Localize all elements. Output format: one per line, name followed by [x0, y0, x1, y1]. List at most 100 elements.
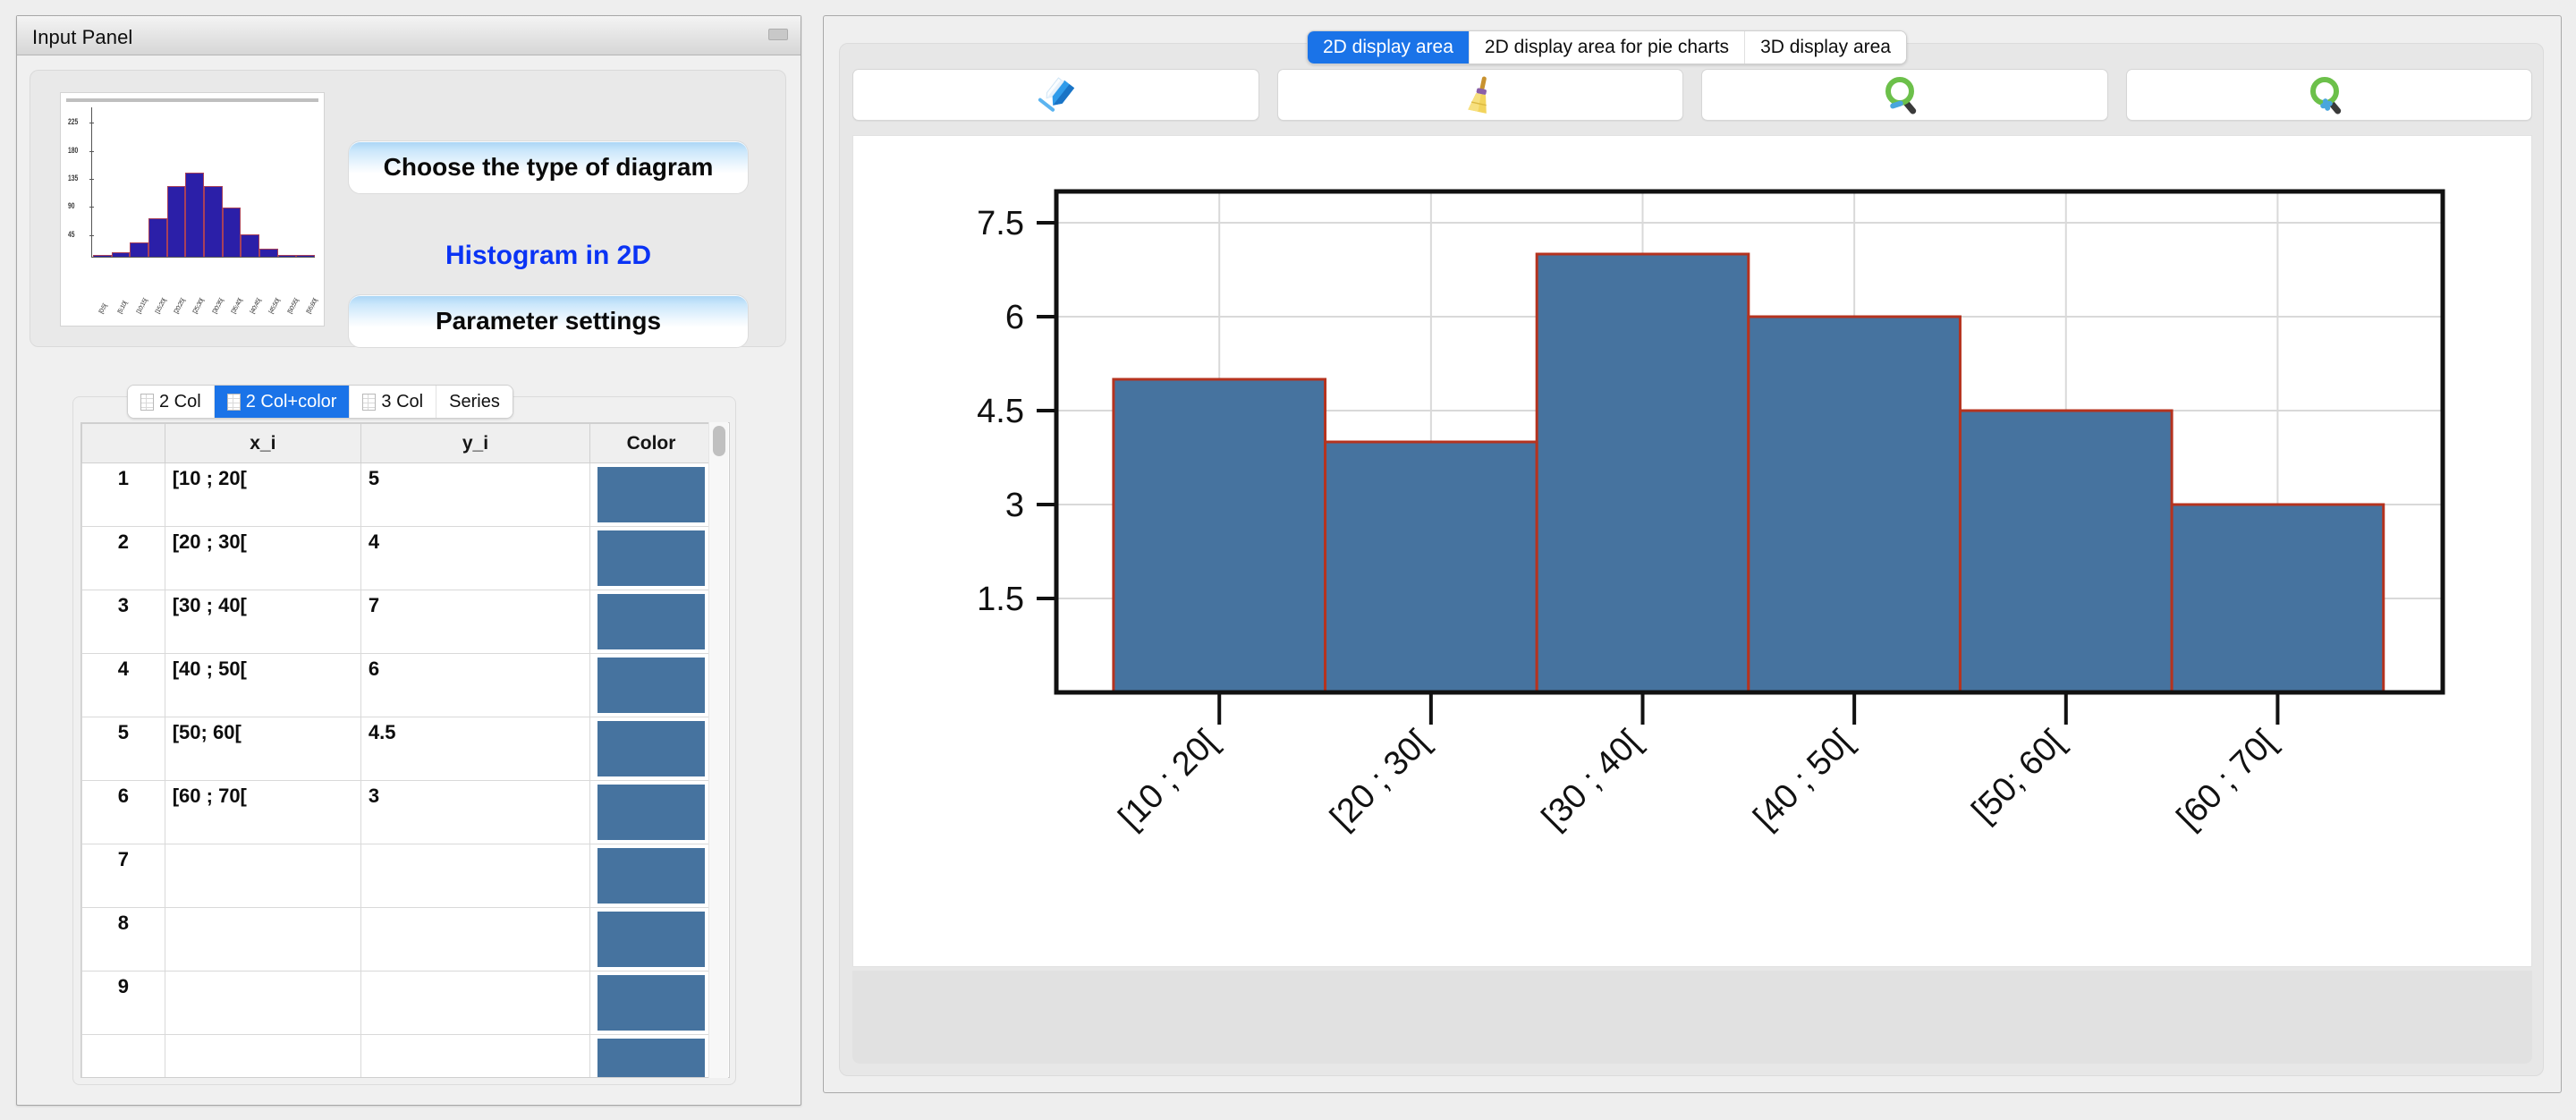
- table-row[interactable]: 7: [81, 844, 714, 908]
- table-mode-tabs: 2 Col 2 Col+color 3 Col Series: [127, 385, 513, 419]
- spreadsheet-icon: [226, 393, 241, 411]
- cell-y[interactable]: [360, 1034, 590, 1077]
- color-swatch[interactable]: [597, 721, 705, 776]
- cell-y[interactable]: 4.5: [360, 717, 590, 781]
- cell-y[interactable]: 5: [360, 462, 590, 527]
- x-axis-tick-label: [60 ; 70[: [2170, 723, 2284, 836]
- chart-toolbar: [852, 69, 2532, 121]
- window-title: Input Panel: [32, 26, 133, 48]
- cell-color[interactable]: [589, 526, 714, 590]
- parameter-settings-button[interactable]: Parameter settings: [348, 294, 749, 348]
- cell-y[interactable]: 3: [360, 780, 590, 844]
- col-header-y[interactable]: y_i: [360, 423, 590, 463]
- color-swatch[interactable]: [597, 530, 705, 586]
- histogram-bar[interactable]: [1112, 378, 1327, 694]
- cell-color[interactable]: [589, 907, 714, 972]
- table-tab-3-col[interactable]: 3 Col: [350, 386, 437, 418]
- histogram-bar[interactable]: [1535, 252, 1750, 694]
- table-row[interactable]: 5 [50; 60[4.5: [81, 717, 714, 781]
- table-row[interactable]: 8: [81, 907, 714, 972]
- zoom-out-icon: [1885, 77, 1917, 115]
- thumbnail-bar: [130, 242, 149, 257]
- cell-color[interactable]: [589, 971, 714, 1035]
- cell-y[interactable]: 6: [360, 653, 590, 717]
- col-header-x[interactable]: x_i: [164, 423, 361, 463]
- minimize-button[interactable]: [768, 29, 788, 40]
- table-tab-series[interactable]: Series: [436, 386, 513, 418]
- table-tab-2-col-color[interactable]: 2 Col+color: [214, 386, 351, 418]
- cell-color[interactable]: [589, 462, 714, 527]
- thumbnail-x-tick-label: [0;5[: [97, 302, 108, 315]
- zoom-out-button[interactable]: [1701, 69, 2108, 121]
- cell-x[interactable]: [20 ; 30[: [164, 526, 361, 590]
- cell-x[interactable]: [164, 907, 361, 972]
- table-row[interactable]: 3 [30 ; 40[7: [81, 590, 714, 654]
- cell-x[interactable]: [164, 844, 361, 908]
- table-row[interactable]: 4 [40 ; 50[6: [81, 653, 714, 717]
- cell-y[interactable]: 7: [360, 590, 590, 654]
- cell-y[interactable]: [360, 844, 590, 908]
- table-row[interactable]: 2 [20 ; 30[4: [81, 526, 714, 590]
- display-tab-2d-display-area[interactable]: 2D display area: [1308, 31, 1470, 64]
- table-row[interactable]: 6 [60 ; 70[3: [81, 780, 714, 844]
- zoom-in-button[interactable]: [2125, 69, 2532, 121]
- color-swatch[interactable]: [597, 975, 705, 1031]
- col-header-color[interactable]: Color: [589, 423, 714, 463]
- display-tab-3d-display-area[interactable]: 3D display area: [1745, 31, 1906, 64]
- cell-x[interactable]: [164, 1034, 361, 1077]
- thumbnail-x-tick-label: [40;45[: [249, 297, 263, 315]
- cell-color[interactable]: [589, 717, 714, 781]
- cell-color[interactable]: [589, 780, 714, 844]
- row-index-cell: 3: [81, 590, 165, 654]
- table-row[interactable]: 9: [81, 971, 714, 1035]
- clear-tool-button[interactable]: [1276, 69, 1683, 121]
- color-swatch[interactable]: [597, 467, 705, 522]
- thumbnail-bar: [166, 186, 186, 257]
- cell-color[interactable]: [589, 1034, 714, 1077]
- row-index-cell: 7: [81, 844, 165, 908]
- table-row[interactable]: [81, 1034, 714, 1077]
- cell-color[interactable]: [589, 590, 714, 654]
- choose-diagram-type-button[interactable]: Choose the type of diagram: [348, 140, 749, 194]
- cell-x[interactable]: [30 ; 40[: [164, 590, 361, 654]
- color-swatch[interactable]: [597, 658, 705, 713]
- thumbnail-x-tick-label: [30;35[: [211, 297, 225, 315]
- table-vertical-scrollbar[interactable]: [708, 422, 728, 1078]
- color-swatch[interactable]: [597, 594, 705, 649]
- cell-x[interactable]: [164, 971, 361, 1035]
- cell-color[interactable]: [589, 653, 714, 717]
- thumbnail-x-tick-label: [15;20[: [154, 297, 168, 315]
- table-scrollbar-thumb[interactable]: [713, 426, 725, 456]
- histogram-bar[interactable]: [2170, 503, 2385, 694]
- color-swatch[interactable]: [597, 848, 705, 904]
- y-axis-tick-label: 6: [1005, 299, 1024, 336]
- input-panel-titlebar: Input Panel: [17, 16, 801, 55]
- color-swatch[interactable]: [597, 912, 705, 967]
- cell-x[interactable]: [60 ; 70[: [164, 780, 361, 844]
- pen-tool-button[interactable]: [852, 69, 1259, 121]
- cell-y[interactable]: [360, 971, 590, 1035]
- input-panel-window: Input Panel 225 180 135 90 45 [0;5[[5;10[[10…: [16, 15, 801, 1106]
- cell-x[interactable]: [50; 60[: [164, 717, 361, 781]
- thumbnail-bar: [148, 218, 167, 257]
- histogram-bar[interactable]: [1324, 440, 1538, 694]
- histogram-bar[interactable]: [1958, 409, 2174, 694]
- col-header-index[interactable]: [81, 423, 165, 463]
- display-area-window: 2D display area 2D display area for pie c…: [823, 15, 2562, 1093]
- color-swatch[interactable]: [597, 1039, 705, 1077]
- histogram-bar[interactable]: [1747, 315, 1962, 694]
- cell-x[interactable]: [40 ; 50[: [164, 653, 361, 717]
- color-swatch[interactable]: [597, 785, 705, 840]
- cell-y[interactable]: 4: [360, 526, 590, 590]
- chart-canvas[interactable]: 1.5 3 4.5 6 7.5 [10 ; 20[[20 ; 30[[30 ; 40[[4…: [852, 135, 2532, 967]
- cell-x[interactable]: [10 ; 20[: [164, 462, 361, 527]
- row-index-cell: 9: [81, 971, 165, 1035]
- table-tab-2-col[interactable]: 2 Col: [128, 386, 215, 418]
- display-tab-2d-display-area-for-pie-charts[interactable]: 2D display area for pie charts: [1469, 31, 1746, 64]
- cell-y[interactable]: [360, 907, 590, 972]
- display-area-tabs: 2D display area 2D display area for pie c…: [1307, 30, 1907, 64]
- diagram-thumbnail[interactable]: 225 180 135 90 45 [0;5[[5;10[[10;15[[15;20[[…: [60, 92, 325, 327]
- cell-color[interactable]: [589, 844, 714, 908]
- table-row[interactable]: 1 [10 ; 20[5: [81, 462, 714, 527]
- thumbnail-bar: [296, 255, 316, 257]
